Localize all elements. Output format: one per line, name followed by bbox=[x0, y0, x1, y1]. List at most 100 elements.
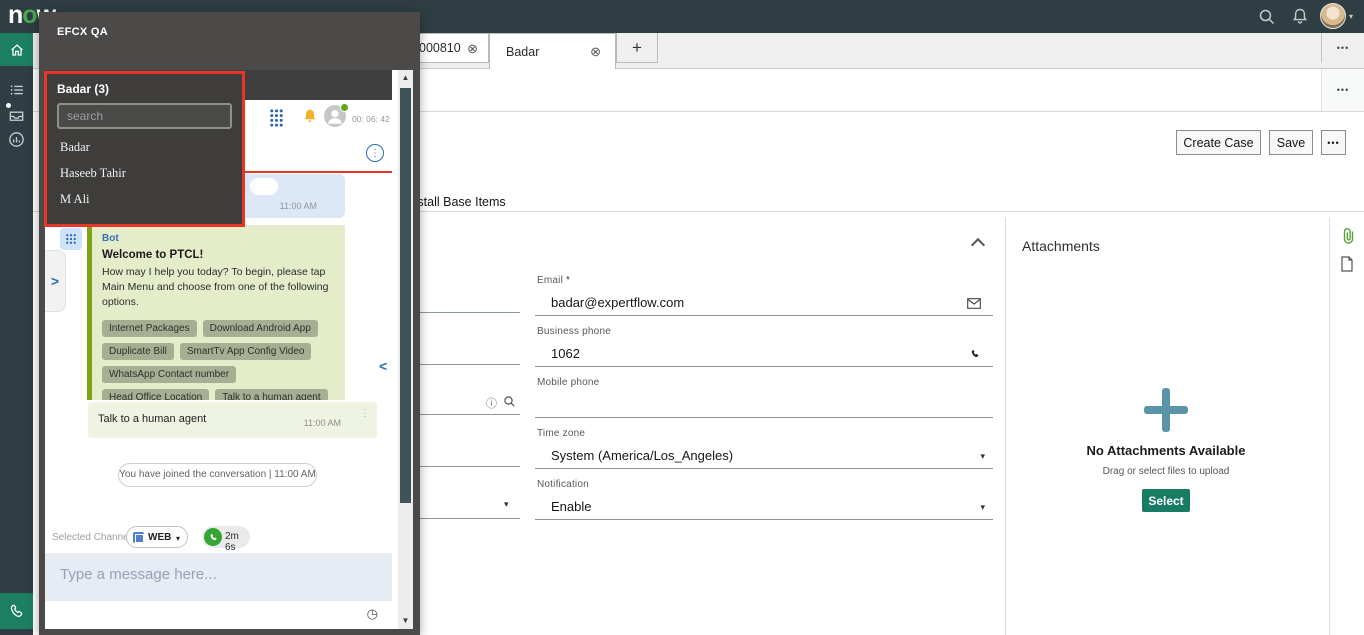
stopwatch-icon[interactable]: ◷ bbox=[367, 606, 378, 622]
quick-reply-chip[interactable]: WhatsApp Contact number bbox=[102, 366, 236, 383]
message-menu-icon[interactable]: ⋮ bbox=[360, 408, 370, 419]
section-collapse-icon[interactable] bbox=[971, 238, 985, 252]
message-time: 11:00 AM bbox=[280, 201, 317, 211]
message-attachment-pill bbox=[250, 178, 278, 195]
collapse-chevron-icon[interactable]: < bbox=[379, 358, 387, 374]
chevron-down-icon[interactable]: ▾ bbox=[504, 499, 509, 510]
quick-reply-chip[interactable]: SmartTv App Config Video bbox=[180, 343, 312, 360]
conversation-menu-icon[interactable]: ⋮ bbox=[366, 144, 384, 162]
notifications-bell-icon[interactable] bbox=[1289, 6, 1311, 28]
form-more-button[interactable]: ••• bbox=[1321, 130, 1346, 155]
dropdown-search bbox=[57, 103, 232, 129]
search-icon[interactable] bbox=[1256, 6, 1278, 28]
system-message: You have joined the conversation | 11:00… bbox=[118, 463, 317, 487]
tab-overflow-button[interactable]: ••• bbox=[1321, 33, 1364, 63]
quick-reply-chip[interactable]: Duplicate Bill bbox=[102, 343, 174, 360]
notification-select[interactable]: Enable bbox=[551, 499, 591, 514]
agent-message-text: Talk to a human agent bbox=[98, 413, 206, 425]
record-more-button[interactable]: ••• bbox=[1321, 69, 1364, 111]
conversation-search-input[interactable] bbox=[57, 103, 232, 129]
efcx-chat-window: EFCX QA bbox=[39, 12, 420, 635]
chevron-down-icon[interactable]: ▾ bbox=[980, 451, 985, 462]
bot-grid-icon bbox=[65, 233, 77, 245]
chat-bell-icon[interactable] bbox=[300, 107, 320, 127]
quick-replies: Internet Packages Download Android App D… bbox=[102, 320, 335, 400]
channel-value: WEB bbox=[148, 532, 171, 543]
close-icon[interactable]: ⊗ bbox=[590, 44, 601, 60]
bot-message-body: How may I help you today? To begin, plea… bbox=[102, 265, 335, 311]
attachments-plus-icon[interactable] bbox=[1144, 406, 1188, 414]
message-time: 11:00 AM bbox=[304, 418, 341, 428]
save-button[interactable]: Save bbox=[1269, 130, 1313, 155]
field-label: Notification bbox=[537, 479, 589, 490]
chat-footer: Selected Channel: WEB ▾ 2m 6s bbox=[45, 520, 392, 553]
quick-reply-chip[interactable]: Head Office Location bbox=[102, 389, 209, 400]
info-icon[interactable]: ⓘ bbox=[486, 395, 497, 411]
paperclip-icon[interactable] bbox=[1340, 227, 1356, 245]
avatar-caret-icon[interactable]: ▾ bbox=[1349, 12, 1353, 21]
attachments-empty-title: No Attachments Available bbox=[1046, 443, 1286, 458]
close-icon[interactable]: ⊗ bbox=[467, 41, 478, 57]
attachments-select-button[interactable]: Select bbox=[1142, 489, 1190, 512]
sidebar-item-phone[interactable] bbox=[0, 593, 33, 629]
chat-scrollbar[interactable]: ▲ ▼ bbox=[398, 70, 413, 629]
create-case-button[interactable]: Create Case bbox=[1176, 130, 1261, 155]
tab-badar[interactable]: Badar ⊗ bbox=[489, 33, 616, 69]
channel-label: Selected Channel: bbox=[52, 532, 134, 543]
sidebar-item-analytics[interactable] bbox=[0, 123, 33, 156]
email-field[interactable]: badar@expertflow.com bbox=[551, 295, 684, 310]
phone-icon bbox=[969, 348, 981, 360]
scroll-down-icon[interactable]: ▼ bbox=[398, 616, 413, 625]
duration-value: 2m 6s bbox=[225, 531, 250, 553]
inbox-notification-dot bbox=[5, 102, 12, 109]
chevron-down-icon: ▾ bbox=[176, 534, 180, 543]
required-marker: * bbox=[566, 275, 570, 286]
list-icon bbox=[8, 81, 26, 99]
dialpad-icon[interactable] bbox=[268, 108, 285, 128]
field-label: Business phone bbox=[537, 326, 611, 337]
field-time-zone: Time zone System (America/Los_Angeles) ▾ bbox=[535, 428, 993, 469]
tab-install-base-items[interactable]: Install Base Items bbox=[407, 195, 506, 209]
conversation-list: Badar Haseeb Tahir M Ali bbox=[47, 134, 242, 212]
quick-reply-chip[interactable]: Talk to a human agent bbox=[215, 389, 327, 400]
conversation-item-badar[interactable]: Badar bbox=[47, 134, 242, 160]
reference-search-icon[interactable] bbox=[503, 395, 516, 408]
presence-dot bbox=[340, 103, 349, 112]
left-sidebar bbox=[0, 33, 33, 635]
quick-reply-chip[interactable]: Internet Packages bbox=[102, 320, 197, 337]
sidebar-item-home[interactable] bbox=[0, 33, 33, 66]
conversation-item-haseeb-tahir[interactable]: Haseeb Tahir bbox=[47, 160, 242, 186]
message-input[interactable] bbox=[45, 553, 392, 601]
attachments-title: Attachments bbox=[1022, 238, 1100, 254]
envelope-icon bbox=[967, 298, 981, 309]
tab-label: 000810 bbox=[419, 41, 461, 55]
phone-icon bbox=[7, 602, 26, 621]
expand-panel-handle[interactable]: > bbox=[45, 250, 66, 312]
business-phone-field[interactable]: 1062 bbox=[551, 346, 580, 361]
time-zone-select[interactable]: System (America/Los_Angeles) bbox=[551, 448, 733, 463]
conversation-item-m-ali[interactable]: M Ali bbox=[47, 186, 242, 212]
field-notification: Notification Enable ▾ bbox=[535, 479, 993, 520]
new-tab-button[interactable]: + bbox=[616, 33, 658, 63]
web-channel-icon bbox=[133, 532, 144, 543]
chat-window-title: EFCX QA bbox=[57, 26, 108, 38]
app-root: now ▾ bbox=[0, 0, 1364, 635]
field-label: Mobile phone bbox=[537, 377, 599, 388]
scroll-up-icon[interactable]: ▲ bbox=[398, 73, 413, 82]
bot-name: Bot bbox=[102, 233, 335, 244]
chat-bottom-bar: ◷ bbox=[45, 601, 392, 629]
quick-reply-chip[interactable]: Download Android App bbox=[203, 320, 318, 337]
document-icon[interactable] bbox=[1340, 256, 1354, 272]
agent-session-timer: 00: 06: 42 bbox=[352, 114, 390, 124]
field-email: Email * badar@expertflow.com bbox=[535, 275, 993, 316]
user-avatar[interactable] bbox=[1320, 3, 1346, 29]
agent-message-bubble: Talk to a human agent 11:00 AM ⋮ bbox=[88, 402, 377, 438]
scrollbar-thumb[interactable] bbox=[400, 88, 411, 503]
conversation-dropdown-header[interactable]: Badar (3) bbox=[47, 74, 242, 96]
call-duration-badge: 2m 6s bbox=[202, 526, 250, 548]
field-business-phone: Business phone 1062 bbox=[535, 326, 993, 367]
home-icon bbox=[8, 41, 26, 59]
bot-message-title: Welcome to PTCL! bbox=[102, 249, 335, 261]
channel-select[interactable]: WEB ▾ bbox=[126, 526, 188, 548]
chevron-down-icon[interactable]: ▾ bbox=[980, 502, 985, 513]
